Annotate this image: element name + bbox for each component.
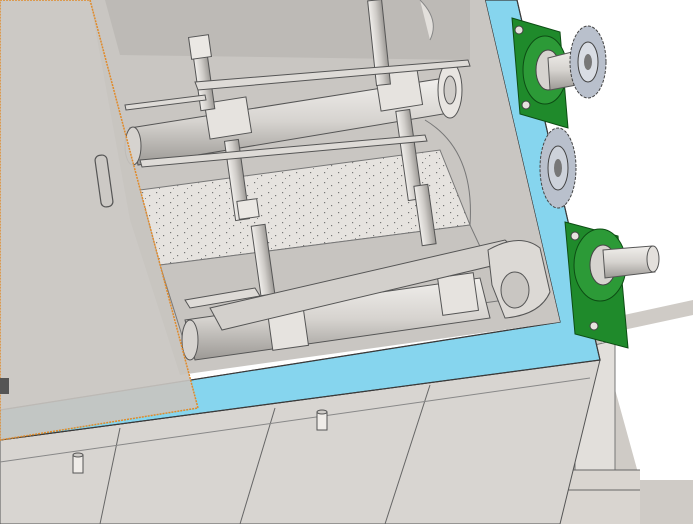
bolt-left [72, 452, 84, 474]
cad-viewport[interactable] [0, 0, 693, 524]
drive-sprocket-lower [539, 127, 577, 209]
pillow-block-bearing-lower [564, 221, 629, 349]
bolt-right [316, 409, 328, 431]
cad-model-render [0, 0, 693, 524]
drive-sprocket-upper [569, 25, 607, 99]
output-shaft [602, 245, 660, 279]
cover-latch [0, 378, 9, 394]
